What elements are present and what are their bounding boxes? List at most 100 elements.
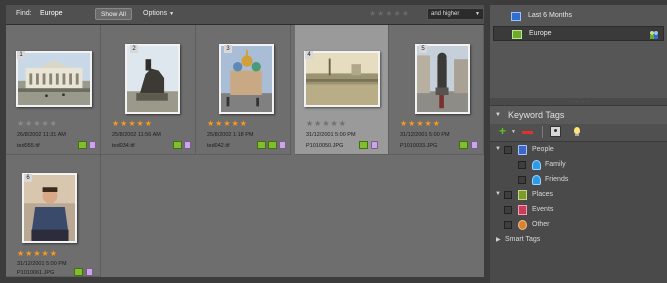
photo-thumbnail[interactable] [22,173,77,243]
other-category-icon [518,220,527,230]
photo-thumbnail[interactable] [304,51,380,107]
rating-stars[interactable]: ★★★★★ [306,120,347,128]
photo-tile[interactable]: 2 ★★★★★ 25/8/2002 11:56 AM ted034.tif [101,25,196,155]
person-tag-icon [532,175,541,185]
rating-filter-select[interactable]: and higher ▼ [427,8,484,20]
rating-stars[interactable]: ★★★★★ [17,120,58,128]
side-panel: Last 6 Months Europe · · · · ▼ Keyword T… [490,5,667,283]
keyword-tags-header[interactable]: ▼ Keyword Tags [490,105,667,124]
photo-filename: ted055.tif [17,143,40,149]
album-icon [512,30,522,39]
tag-label: Other [532,221,550,228]
tag-category-people[interactable]: ▼ People [490,144,667,157]
tag-item-friends[interactable]: Friends [490,174,667,187]
tag-checkbox[interactable] [518,176,526,184]
photo-filename: ted034.tif [112,143,135,149]
rating-stars[interactable]: ★★★★★ [207,120,248,128]
keyword-tag-icon [459,141,468,149]
photo-filename: P1010050.JPG [306,143,344,149]
attachment-icon [89,141,96,149]
chevron-down-icon: ▼ [169,11,175,17]
photo-thumbnail[interactable] [125,44,180,114]
tag-checkbox[interactable] [504,146,512,154]
keyword-toolbar: + ▼ [490,124,667,142]
album-label: Last 6 Months [528,12,572,19]
tag-category-other[interactable]: Other [490,219,667,232]
statue-photo [127,46,178,112]
show-all-button[interactable]: Show All [95,8,132,20]
organizer-window: Find: Europe Show All Options ▼ ★★★★★ and… [0,0,667,283]
collapse-arrow-icon[interactable]: ▼ [495,112,501,118]
photo-date: 31/12/2001 5:00 PM [17,261,67,267]
keyword-tag-icon [173,141,182,149]
photo-index: 5 [419,45,427,53]
keyword-tags-title: Keyword Tags [508,110,565,120]
keyword-tag-icon [359,141,368,149]
photo-index: 4 [305,51,313,59]
photo-thumbnail[interactable] [16,51,92,107]
photo-index: 1 [17,51,25,59]
tag-label: Smart Tags [505,236,541,243]
album-item-last-6-months[interactable]: Last 6 Months [490,9,661,24]
keyword-tree: ▼ People Family Friends ▼ Places Events … [490,143,667,283]
people-category-icon [518,145,527,155]
albums-panel: Last 6 Months Europe [490,5,667,98]
photo-tile[interactable]: 3 ★★★★★ 25/8/2002 1:18 PM ted042.tif [196,25,291,155]
edit-tag-icon[interactable] [550,126,561,137]
keyword-tag-icon [78,141,87,149]
expand-arrow-icon[interactable]: ▼ [495,146,501,152]
thumbnail-grid: 1 ★★★★★ 26/8/2002 11:31 AM ted055.tif 2 … [6,25,484,277]
toolbar-divider [542,126,543,138]
expand-arrow-icon[interactable]: ▼ [495,191,501,197]
attachment-icon [279,141,286,149]
options-label: Options [143,10,168,17]
expand-arrow-icon[interactable]: ▶ [496,236,501,243]
tag-checkbox[interactable] [504,191,512,199]
new-tag-button[interactable]: + [499,124,506,138]
monument-photo [417,46,468,112]
smart-tags-row[interactable]: ▶ Smart Tags [490,234,667,247]
options-menu[interactable]: Options ▼ [143,8,174,20]
building-photo [18,53,90,105]
rating-stars[interactable]: ★★★★★ [400,120,441,128]
photo-tile[interactable]: 5 ★★★★★ 31/12/2001 5:00 PM P1010033.JPG [389,25,484,155]
attachment-icon [86,268,93,276]
album-item-europe[interactable]: Europe [493,26,664,41]
church-photo [221,46,272,112]
photo-thumbnail[interactable] [415,44,470,114]
shared-album-icon [650,31,658,39]
keyword-tag-icon [257,141,266,149]
rating-stars[interactable]: ★★★★★ [112,120,153,128]
portrait-photo [24,175,75,241]
photo-tile-selected[interactable]: 4 ★★★★★ 31/12/2001 5:00 PM P1010050.JPG [295,25,389,155]
lightbulb-icon[interactable] [574,127,580,136]
tag-category-places[interactable]: ▼ Places [490,189,667,202]
delete-tag-button[interactable] [522,131,533,134]
keyword-tag-icon [268,141,277,149]
photo-thumbnail[interactable] [219,44,274,114]
places-category-icon [518,190,527,200]
smart-album-icon [511,12,521,21]
rating-filter-stars[interactable]: ★★★★★ [369,9,410,18]
photo-index: 6 [24,174,32,182]
photo-filename: P1010033.JPG [400,143,438,149]
tag-label: People [532,146,554,153]
photo-date: 31/12/2001 5:00 PM [400,132,450,138]
photo-date: 25/8/2002 1:18 PM [207,132,254,138]
photo-index: 3 [224,45,232,53]
photo-index: 2 [130,45,138,53]
tag-category-events[interactable]: Events [490,204,667,217]
photo-browser: Find: Europe Show All Options ▼ ★★★★★ and… [6,5,484,277]
tag-checkbox[interactable] [518,161,526,169]
chevron-down-icon: ▼ [475,11,480,17]
tag-item-family[interactable]: Family [490,159,667,172]
tag-label: Family [545,161,566,168]
tag-checkbox[interactable] [504,221,512,229]
photo-tile[interactable]: 6 ★★★★★ 31/12/2001 5:00 PM P1010061.JPG [6,155,101,277]
rating-stars[interactable]: ★★★★★ [17,250,58,258]
find-query: Europe [40,10,63,17]
tag-label: Places [532,191,554,198]
tag-checkbox[interactable] [504,206,512,214]
chevron-down-icon[interactable]: ▼ [511,129,516,135]
photo-tile[interactable]: 1 ★★★★★ 26/8/2002 11:31 AM ted055.tif [6,25,101,155]
